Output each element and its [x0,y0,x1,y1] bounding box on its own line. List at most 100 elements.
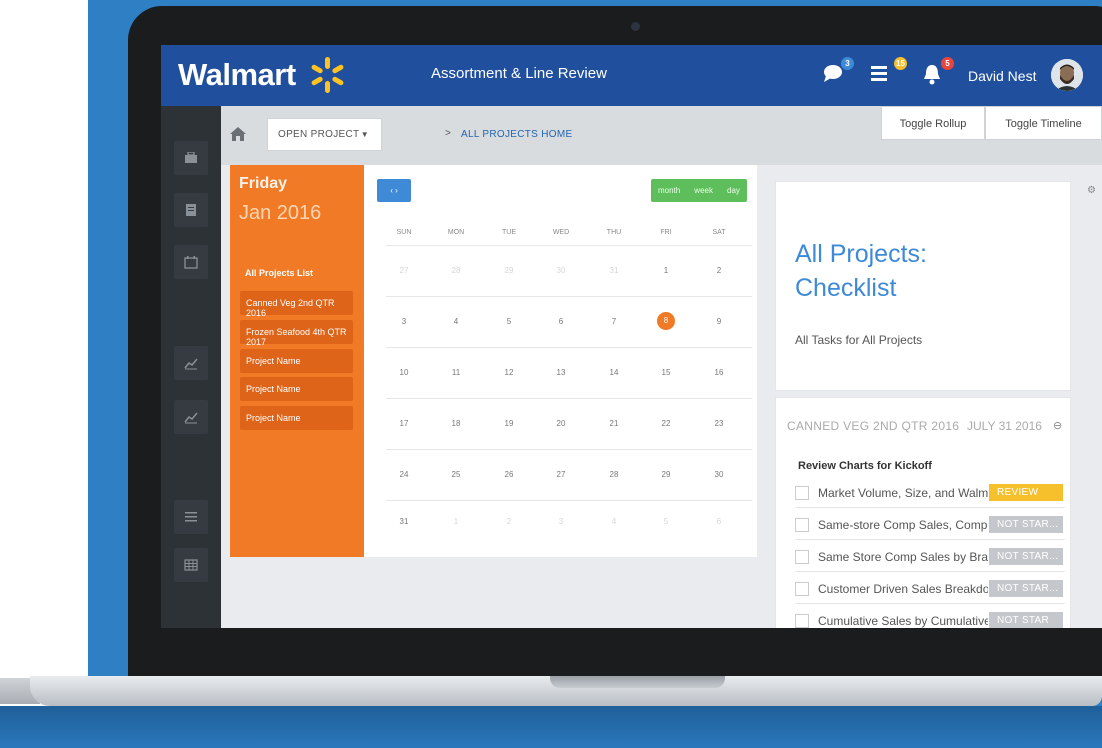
calendar-day[interactable]: 1 [436,517,476,526]
calendar-day[interactable]: 27 [541,470,581,479]
project-list-item[interactable]: Project Name [240,377,353,401]
calendar-day[interactable]: 20 [541,419,581,428]
walmart-spark-icon [311,57,344,93]
calendar-day[interactable]: 30 [699,470,739,479]
calendar-day[interactable]: 2 [699,266,739,275]
task-row[interactable]: Market Volume, Size, and Walmart REVIEW [795,478,1065,508]
calendar-day[interactable]: 28 [594,470,634,479]
sidebar-item-documents[interactable] [174,193,208,227]
status-badge[interactable]: NOT STAR [989,612,1063,628]
calendar-day[interactable]: 29 [646,470,686,479]
status-badge[interactable]: NOT STAR... [989,548,1063,565]
calendar-day[interactable]: 6 [541,317,581,326]
calendar-day[interactable]: 24 [384,470,424,479]
calendar-day[interactable]: 9 [699,317,739,326]
calendar-day[interactable]: 17 [384,419,424,428]
task-checkbox[interactable] [795,582,809,596]
sidebar-item-calendar[interactable] [174,245,208,279]
project-list-item[interactable]: Project Name [240,406,353,430]
sidebar-item-analytics[interactable] [174,400,208,434]
day-of-week-header: TUE [502,229,516,236]
status-badge[interactable]: REVIEW [989,484,1063,501]
calendar-day[interactable]: 7 [594,317,634,326]
projects-list-title[interactable]: All Projects List [245,268,313,278]
view-week-button[interactable]: week [694,186,713,195]
calendar-day[interactable]: 29 [489,266,529,275]
calendar-day[interactable]: 5 [646,517,686,526]
task-checkbox[interactable] [795,486,809,500]
task-checkbox[interactable] [795,518,809,532]
sidebar-item-grid[interactable] [174,548,208,582]
calendar-day[interactable]: 3 [384,317,424,326]
task-row[interactable]: Customer Driven Sales Breakdown NOT STAR… [795,574,1065,604]
bell-icon [924,65,940,85]
user-name[interactable]: David Nest [968,68,1036,84]
sidebar-item-briefcase[interactable] [174,141,208,175]
home-icon[interactable] [229,126,247,142]
task-checkbox[interactable] [795,614,809,628]
selected-month-year: Jan 2016 [239,202,322,224]
task-checkbox[interactable] [795,550,809,564]
calendar-day[interactable]: 25 [436,470,476,479]
laptop-notch [550,676,725,688]
calendar-day[interactable]: 31 [384,517,424,526]
calendar-day[interactable]: 28 [436,266,476,275]
calendar-day[interactable]: 6 [699,517,739,526]
calendar-row-divider [386,398,752,399]
table-grid-icon [184,559,198,571]
calendar-day[interactable]: 22 [646,419,686,428]
calendar-day[interactable]: 21 [594,419,634,428]
calendar-day[interactable]: 4 [594,517,634,526]
calendar-today[interactable]: 8 [657,312,675,330]
calendar-day[interactable]: 30 [541,266,581,275]
task-row[interactable]: Cumulative Sales by Cumulative NOT STAR [795,606,1065,628]
breadcrumb-separator: > [445,128,451,139]
sidebar-item-trend[interactable] [174,346,208,380]
calendar-nav-buttons[interactable]: ‹ › [377,179,411,202]
status-badge[interactable]: NOT STAR... [989,580,1063,597]
calendar-day[interactable]: 14 [594,368,634,377]
notifications-button[interactable]: 5 [922,57,954,87]
calendar-day[interactable]: 18 [436,419,476,428]
calendar-day[interactable]: 23 [699,419,739,428]
calendar-day[interactable]: 3 [541,517,581,526]
calendar-day[interactable]: 12 [489,368,529,377]
calendar-day[interactable]: 11 [436,368,476,377]
collapse-icon[interactable]: ⊖ [1053,419,1062,432]
chat-button[interactable]: 3 [822,57,854,87]
calendar-day[interactable]: 4 [436,317,476,326]
status-badge[interactable]: NOT STAR... [989,516,1063,533]
selected-day-name: Friday [239,175,288,192]
task-row[interactable]: Same-store Comp Sales, Comp NOT STAR... [795,510,1065,540]
task-label: Same Store Comp Sales by Brand [818,550,988,564]
calendar-day[interactable]: 5 [489,317,529,326]
list-button[interactable]: 15 [869,57,907,87]
calendar-day[interactable]: 2 [489,517,529,526]
project-list-item[interactable]: Canned Veg 2nd QTR 2016 [240,291,353,318]
settings-gear-icon[interactable]: ⚙ [1087,185,1096,196]
view-month-button[interactable]: month [658,186,680,195]
view-day-button[interactable]: day [727,186,740,195]
calendar-day[interactable]: 27 [384,266,424,275]
calendar-day[interactable]: 31 [594,266,634,275]
calendar-day[interactable]: 15 [646,368,686,377]
project-name[interactable]: CANNED VEG 2ND QTR 2016 [787,419,959,433]
all-projects-home-link[interactable]: ALL PROJECTS HOME [461,129,572,140]
day-of-week-header: SAT [712,229,726,236]
sidebar-item-menu[interactable] [174,500,208,534]
calendar-day[interactable]: 16 [699,368,739,377]
task-row[interactable]: Same Store Comp Sales by Brand NOT STAR.… [795,542,1065,572]
calendar-day[interactable]: 19 [489,419,529,428]
project-list-item[interactable]: Project Name [240,349,353,373]
line-chart-icon [184,358,198,370]
toggle-rollup-button[interactable]: Toggle Rollup [881,106,985,140]
open-project-dropdown[interactable]: OPEN PROJECT ▼ [267,118,382,151]
avatar[interactable] [1051,59,1083,91]
calendar-day[interactable]: 10 [384,368,424,377]
calendar-day[interactable]: 1 [646,266,686,275]
brand-logo[interactable]: Walmart [178,57,296,93]
calendar-day[interactable]: 26 [489,470,529,479]
calendar-day[interactable]: 13 [541,368,581,377]
toggle-timeline-button[interactable]: Toggle Timeline [985,106,1102,140]
project-list-item[interactable]: Frozen Seafood 4th QTR 2017 [240,320,353,347]
